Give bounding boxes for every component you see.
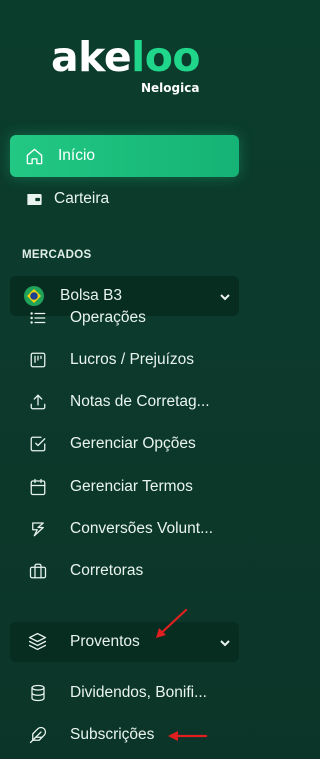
sub-item-corretoras[interactable]: Corretoras <box>28 555 143 587</box>
layers-icon <box>28 632 48 652</box>
home-icon <box>24 146 44 166</box>
sub-item-label: Lucros / Prejuízos <box>70 351 195 368</box>
database-icon <box>28 683 48 703</box>
sub-item-label: Gerenciar Termos <box>70 478 193 495</box>
sub-item-gerenciar-termos[interactable]: Gerenciar Termos <box>28 471 193 503</box>
sub-item-notas-corretagem[interactable]: Notas de Corretag... <box>28 386 210 418</box>
group-label: Proventos <box>70 633 140 650</box>
nav-item-carteira[interactable]: Carteira <box>10 178 239 220</box>
calendar-icon <box>28 477 48 497</box>
list-icon <box>28 308 48 328</box>
sub-item-label: Operações <box>70 309 146 326</box>
nav-item-label: Carteira <box>54 190 110 207</box>
wallet-icon <box>24 189 44 209</box>
logo-wordmark: akeloo <box>51 33 201 81</box>
sub-item-label: Gerenciar Opções <box>70 435 196 452</box>
sub-item-label: Notas de Corretag... <box>70 393 210 410</box>
sub-item-lucros-prejuizos[interactable]: Lucros / Prejuízos <box>28 344 194 376</box>
chevron-down-icon[interactable] <box>219 636 231 648</box>
sub-item-label: Subscrições <box>70 726 155 743</box>
convert-icon <box>28 519 48 539</box>
check-square-icon <box>28 434 48 454</box>
sub-item-gerenciar-opcoes[interactable]: Gerenciar Opções <box>28 428 196 460</box>
feather-icon <box>28 725 48 745</box>
nav-item-label: Início <box>58 147 96 164</box>
sub-item-conversoes-voluntarias[interactable]: Conversões Volunt... <box>28 513 213 545</box>
nav-item-inicio[interactable]: Início <box>10 135 239 177</box>
chevron-down-icon[interactable] <box>219 290 231 302</box>
sub-item-label: Conversões Volunt... <box>70 520 214 537</box>
briefcase-icon <box>28 561 48 581</box>
sub-item-dividendos[interactable]: Dividendos, Bonifi... <box>28 677 207 709</box>
annotation-arrow-proventos <box>156 608 188 638</box>
brand-logo: akeloo Nelogica <box>0 32 249 102</box>
upload-icon <box>28 392 48 412</box>
section-label-mercados: MERCADOS <box>22 249 92 261</box>
sub-item-label: Corretoras <box>70 562 144 579</box>
annotation-arrow-subscricoes <box>168 731 208 741</box>
sub-item-operacoes[interactable]: Operações <box>28 302 146 334</box>
board-icon <box>28 350 48 370</box>
group-proventos[interactable]: Proventos <box>10 622 239 662</box>
logo-subtitle: Nelogica <box>141 81 200 95</box>
sub-item-label: Dividendos, Bonifi... <box>70 684 207 701</box>
sub-item-subscricoes[interactable]: Subscrições <box>28 719 154 751</box>
